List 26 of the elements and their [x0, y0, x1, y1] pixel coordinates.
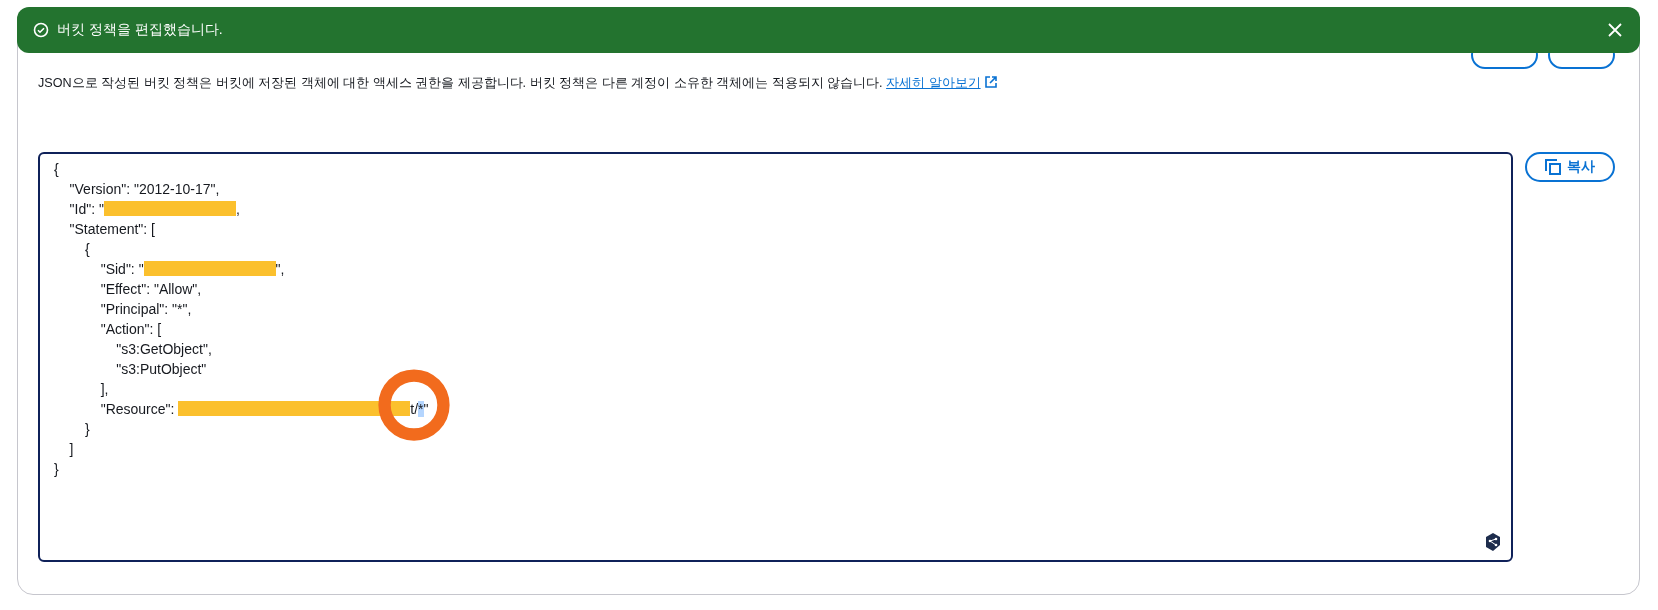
code-line: "Version": "2012-10-17",	[68, 180, 221, 199]
code-line: "Sid": " ",	[99, 260, 286, 279]
code-line: "s3:PutObject"	[115, 360, 208, 379]
code-line: ],	[99, 380, 110, 399]
success-icon	[33, 22, 49, 38]
close-icon[interactable]	[1608, 23, 1622, 37]
code-line: "Id": " ,	[68, 200, 241, 219]
code-line: "s3:GetObject",	[115, 340, 213, 359]
code-line: "Effect": "Allow",	[99, 280, 203, 299]
learn-more-link[interactable]: 자세히 알아보기	[886, 76, 997, 90]
toast-message: 버킷 정책을 편집했습니다.	[57, 21, 224, 39]
copy-button[interactable]: 복사	[1525, 152, 1615, 182]
code-line: "Resource": t/*"	[99, 400, 430, 419]
external-link-icon	[984, 76, 997, 88]
text-selection: *	[418, 401, 424, 417]
copy-icon	[1545, 159, 1561, 175]
policy-editor[interactable]: { "Version": "2012-10-17", "Id": " , "Statement": [ { "Sid": " ", "Effect": "Allow", "Principal": "*", "Action": [ "s3:GetObject", "s3:PutObject" ], "Resource": t/*" } ] }	[38, 152, 1513, 562]
code-line: {	[54, 160, 60, 179]
description-text: JSON으로 작성된 버킷 정책은 버킷에 저장된 객체에 대한 액세스 권한을 제공합니다. 버킷 정책은 다른 계정이 소유한 객체에는 적용되지 않습니다.	[38, 76, 883, 90]
code-line: {	[84, 240, 91, 259]
code-line: "Statement": [	[68, 220, 156, 239]
code-line: ]	[68, 440, 75, 459]
code-line: "Action": [	[99, 320, 163, 339]
code-line: }	[54, 460, 60, 479]
code-line: "Principal": "*",	[99, 300, 193, 319]
code-line: }	[84, 420, 91, 439]
